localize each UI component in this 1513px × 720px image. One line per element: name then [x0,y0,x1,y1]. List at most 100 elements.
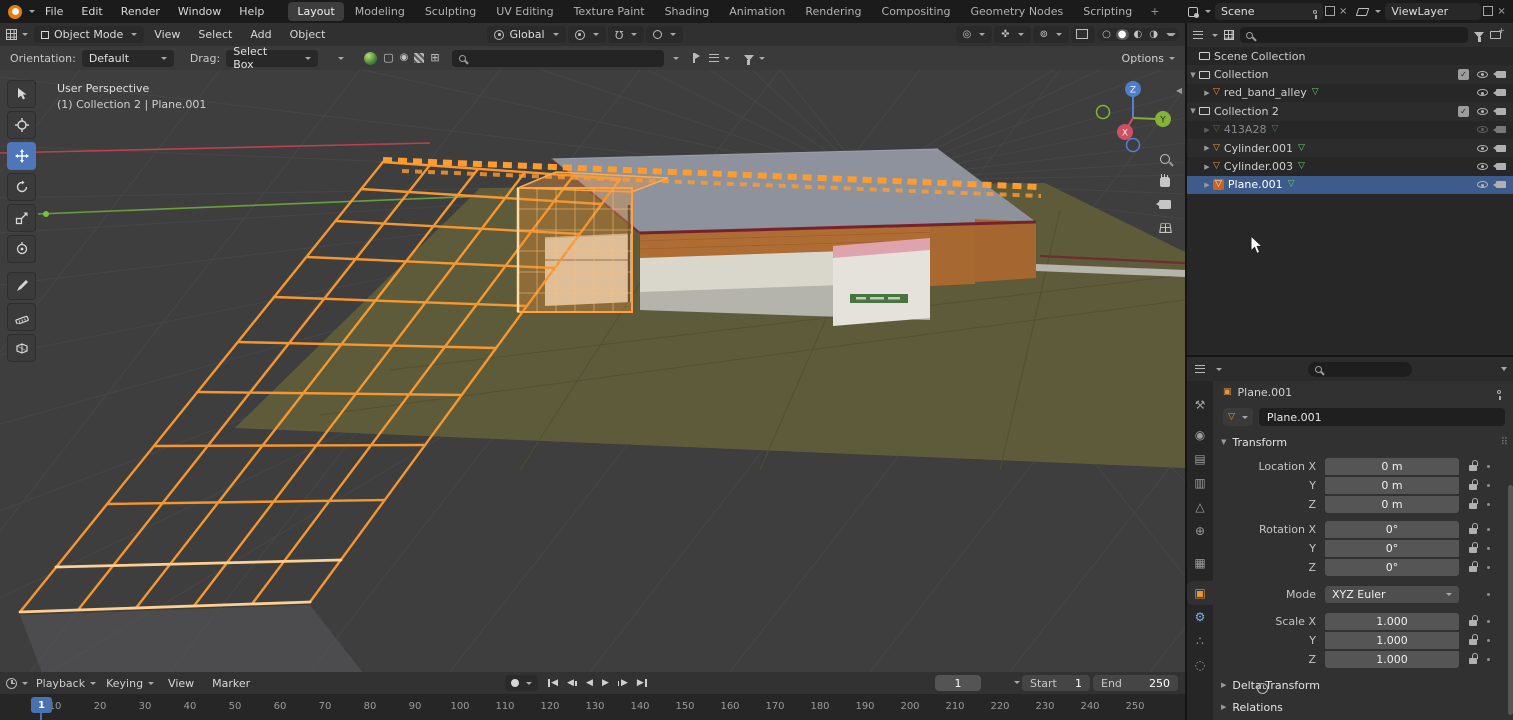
tab-render[interactable]: ◉ [1187,423,1213,447]
tab-particles[interactable]: ∴ [1187,629,1213,653]
render-camera-icon[interactable] [1493,126,1506,134]
xray-toggle[interactable] [1071,26,1096,43]
transform-orientation-dropdown[interactable]: Global [487,26,566,43]
lock-icon[interactable] [1469,561,1478,573]
auto-key-button[interactable] [505,675,538,691]
hide-eye-icon[interactable] [1477,71,1488,79]
filter-dropdown[interactable] [743,55,765,65]
menu-view[interactable]: View [146,26,188,43]
viewport-search-input[interactable] [451,49,664,67]
workspace-tab-compositing[interactable]: Compositing [873,2,960,21]
hide-eye-icon[interactable] [1477,107,1488,115]
disclosure-icon[interactable]: ▼ [1187,107,1199,115]
render-camera-icon[interactable] [1493,163,1506,171]
zoom-icon[interactable] [1160,154,1170,164]
gizmo-axis-z-negative[interactable] [1125,137,1141,153]
tree-row-cylinder-001[interactable]: ▶ ▽ Cylinder.001 ▽ [1187,138,1513,158]
lock-icon[interactable] [1469,653,1478,665]
tab-scene[interactable]: △ [1187,495,1213,519]
animate-dot-icon[interactable] [1487,619,1490,623]
tool-measure[interactable] [7,303,36,331]
snap-dropdown[interactable]: Ω [607,26,644,43]
viewlayer-icon[interactable] [1356,7,1370,16]
tree-row-collection-2[interactable]: ▼ Collection 2 ✓ [1187,102,1513,121]
animate-dot-icon[interactable] [1487,638,1490,642]
outliner-editor-icon[interactable] [1193,31,1203,39]
scene-pin-icon[interactable] [1313,9,1317,20]
tool-select-box[interactable] [7,80,36,108]
rotation-z-field[interactable]: 0° [1325,558,1459,576]
shading-material-icon[interactable]: ◐ [1132,29,1145,40]
tool-add-cube[interactable] [7,334,36,362]
3d-viewport[interactable]: Z Y X User Perspective (1) Collection 2 … [0,70,1185,672]
panel-grip-icon[interactable]: ⠿ [1501,437,1508,448]
lock-icon[interactable] [1469,479,1478,491]
render-camera-icon[interactable] [1493,71,1506,79]
scale-x-field[interactable]: 1.000 [1325,612,1459,630]
animate-dot-icon[interactable] [1487,657,1490,661]
keying-menu[interactable]: Keying [106,677,155,690]
pan-hand-icon[interactable] [1160,173,1170,187]
menu-add[interactable]: Add [242,26,279,43]
animate-dot-icon[interactable] [1487,502,1490,506]
tab-object[interactable]: ▣ [1187,581,1213,605]
animate-dot-icon[interactable] [1487,527,1490,531]
search-options-chevron-icon[interactable] [672,56,679,60]
timeline-ruler[interactable]: 1 10 20 30 40 50 60 70 80 90 100 110 120… [0,694,1185,720]
timeline-marker-menu[interactable]: Marker [204,675,258,692]
viewlayer-selector[interactable]: ViewLayer [1385,3,1482,20]
animate-dot-icon[interactable] [1487,565,1490,569]
lock-icon[interactable] [1469,460,1478,472]
disclosure-icon[interactable]: ▶ [1201,126,1213,134]
tab-collection[interactable]: ▦ [1187,551,1213,575]
lock-icon[interactable] [1469,634,1478,646]
menu-file[interactable]: File [37,3,71,20]
collection-checkbox[interactable]: ✓ [1458,105,1469,117]
frame-clock-icon[interactable] [1257,682,1269,694]
tree-row-413a28[interactable]: ▶ ▽ 413A28 ▽ [1187,121,1513,139]
render-camera-icon[interactable] [1493,89,1506,97]
proportional-edit-dropdown[interactable] [645,26,683,43]
render-camera-icon[interactable] [1493,144,1506,152]
menu-render[interactable]: Render [113,3,168,20]
tool-transform[interactable] [7,235,36,263]
properties-pin-icon[interactable] [1497,390,1501,400]
jump-to-end-button[interactable]: ▶ [637,678,647,688]
lock-icon[interactable] [1469,498,1478,510]
new-collection-icon[interactable] [1490,26,1505,39]
bookmark-icon[interactable] [692,53,700,63]
animate-dot-icon[interactable] [1487,546,1490,550]
scale-z-field[interactable]: 1.000 [1325,650,1459,668]
tab-view-layer[interactable]: ▥ [1187,471,1213,495]
shading-wireframe-icon[interactable]: ○ [1100,29,1113,40]
rotation-y-field[interactable]: 0° [1325,539,1459,557]
workspace-tab-animation[interactable]: Animation [720,2,794,21]
tab-physics[interactable]: ◌ [1187,653,1213,677]
tool-annotate[interactable] [7,272,36,300]
workspace-tab-texture-paint[interactable]: Texture Paint [565,2,654,21]
orthographic-grid-icon[interactable] [1158,222,1172,233]
disclosure-icon[interactable]: ▶ [1201,181,1213,189]
breadcrumb-object-name[interactable]: Plane.001 [1238,386,1293,399]
y-axis-handle[interactable] [43,211,49,217]
scene-icon[interactable] [1188,6,1199,18]
render-camera-icon[interactable] [1493,181,1506,189]
rotation-x-field[interactable]: 0° [1325,520,1459,538]
menu-help[interactable]: Help [231,3,272,20]
object-id-dropdown[interactable]: ▽ [1223,408,1253,426]
scene-close-icon[interactable]: × [1339,6,1347,17]
start-frame-field[interactable]: Start 1 [1022,675,1090,691]
tool-rotate[interactable] [7,173,36,201]
workspace-tab-shading[interactable]: Shading [656,2,719,21]
transform-panel-header[interactable]: ▼ Transform ⠿ [1213,431,1513,453]
checker-texture-icon[interactable] [414,53,425,63]
animate-dot-icon[interactable] [1487,592,1490,596]
workspace-tab-layout[interactable]: Layout [288,2,344,21]
animate-dot-icon[interactable] [1487,464,1490,468]
shading-rendered-icon[interactable]: ◑ [1147,29,1160,40]
orientation-setting-dropdown[interactable]: Default [81,49,174,67]
timeline-view-menu[interactable]: View [160,675,202,692]
list-display-dropdown[interactable] [708,54,730,62]
viewport-display-spheres-icon[interactable]: ◉ [400,53,409,63]
tab-tool[interactable]: ⚒ [1187,393,1213,417]
